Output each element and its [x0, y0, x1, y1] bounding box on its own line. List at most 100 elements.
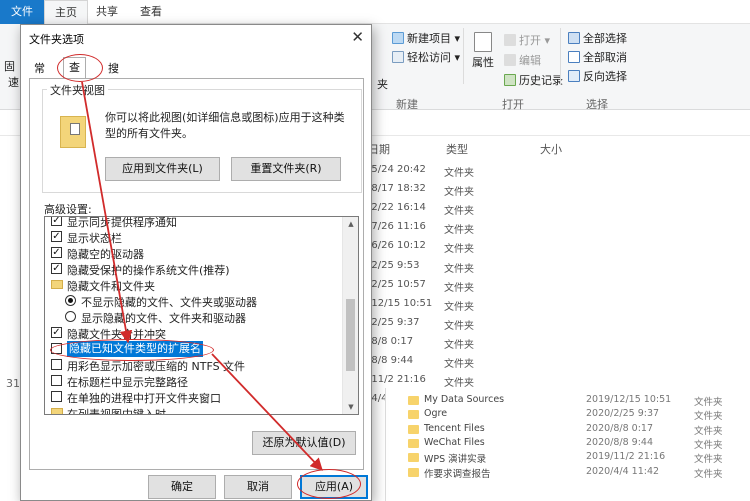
- folder-icon: [408, 424, 419, 434]
- table-row[interactable]: /2/25 9:37 文件夹: [362, 317, 742, 336]
- checkbox[interactable]: ✓: [51, 217, 62, 226]
- select-none-button[interactable]: 全部取消: [568, 49, 627, 65]
- table-row[interactable]: /2/22 16:14 文件夹: [362, 202, 742, 221]
- settings-item[interactable]: ✓ 隐藏受保护的操作系统文件(推荐): [45, 261, 343, 277]
- row-date: /2/22 16:14: [368, 202, 426, 214]
- settings-item[interactable]: ✓ 显示状态栏: [45, 229, 343, 245]
- row-date: /2/25 9:53: [368, 259, 420, 271]
- settings-item-label: 不显示隐藏的文件、文件夹或驱动器: [81, 296, 257, 309]
- scroll-down-icon[interactable]: ▼: [343, 400, 358, 414]
- new-folder-label[interactable]: 夹: [377, 76, 388, 92]
- table-row[interactable]: /2/25 10:57 文件夹: [362, 279, 742, 298]
- checkbox[interactable]: ✓: [51, 327, 62, 338]
- advanced-settings-list[interactable]: ✓ 显示同步提供程序通知 ✓ 显示状态栏 ✓ 隐藏空的驱动器 ✓ 隐藏受保护的操作系统文件(推…: [44, 216, 359, 415]
- item-name: WeChat Files: [424, 436, 485, 448]
- ribbon-separator: [560, 28, 561, 84]
- checkbox[interactable]: [51, 375, 62, 386]
- settings-item[interactable]: 在单独的进程中打开文件夹窗口: [45, 389, 343, 405]
- row-date: /11/2 21:16: [368, 374, 426, 386]
- reset-folders-button[interactable]: 重置文件夹(R): [231, 157, 341, 181]
- settings-item[interactable]: 在列表视图中键入时: [45, 405, 343, 414]
- invert-selection-label: 反向选择: [583, 70, 627, 83]
- edit-button[interactable]: 编辑: [504, 52, 541, 68]
- settings-item[interactable]: ✓ 显示同步提供程序通知: [45, 217, 343, 229]
- restore-defaults-button[interactable]: 还原为默认值(D): [252, 431, 356, 455]
- item-name: My Data Sources: [424, 394, 505, 405]
- table-row[interactable]: /8/8 0:17 文件夹: [362, 336, 742, 355]
- table-row[interactable]: /7/26 11:16 文件夹: [362, 221, 742, 240]
- settings-item[interactable]: 在标题栏中显示完整路径: [45, 373, 343, 389]
- cancel-button[interactable]: 取消: [224, 475, 292, 499]
- invert-selection-icon: [568, 70, 580, 82]
- table-row[interactable]: /8/8 9:44 文件夹: [362, 355, 742, 374]
- item-date: 2020/8/8 0:17: [586, 422, 654, 434]
- annotation-view-tab-circle: [57, 54, 103, 82]
- row-type: 文件夹: [444, 320, 474, 332]
- settings-item-label: 在单独的进程中打开文件夹窗口: [67, 392, 221, 405]
- folder-options-dialog: 文件夹选项 ✕ 常规 查看 搜索 文件夹视图 你可以将此视图(如详细信息或图标)…: [20, 24, 372, 501]
- settings-item-label: 在标题栏中显示完整路径: [67, 376, 188, 389]
- row-date: /2/25 9:37: [368, 316, 420, 328]
- new-item-button[interactable]: 新建项目 ▾: [392, 30, 460, 46]
- row-date: /8/8 9:44: [368, 355, 414, 366]
- settings-item[interactable]: ✓ 隐藏文件夹合并冲突: [45, 325, 343, 341]
- item-date: 2019/11/2 21:16: [586, 451, 666, 463]
- item-type: 文件夹: [694, 454, 723, 466]
- lower-file-list: My Data Sources 2019/12/15 10:51 文件夹 Ogre 20…: [385, 388, 750, 501]
- invert-selection-button[interactable]: 反向选择: [568, 68, 627, 84]
- column-size[interactable]: 大小: [540, 141, 562, 157]
- table-row[interactable]: /2/25 9:53 文件夹: [362, 260, 742, 279]
- checkbox[interactable]: ✓: [51, 263, 62, 274]
- column-type[interactable]: 类型: [446, 141, 468, 157]
- new-item-icon: [392, 32, 404, 44]
- row-date: /6/26 10:12: [368, 240, 426, 252]
- item-type: 文件夹: [694, 439, 723, 451]
- item-date: 2020/2/25 9:37: [586, 408, 660, 420]
- item-name: Ogre: [424, 408, 448, 420]
- settings-item-label: 隐藏受保护的操作系统文件(推荐): [67, 264, 230, 277]
- apply-to-folders-button[interactable]: 应用到文件夹(L): [105, 157, 220, 181]
- row-type: 文件夹: [444, 339, 474, 351]
- folder-icon: [408, 396, 419, 405]
- settings-scrollbar[interactable]: ▲ ▼: [342, 217, 358, 414]
- status-count: 31: [6, 377, 20, 390]
- settings-item[interactable]: 显示隐藏的文件、文件夹和驱动器: [45, 309, 343, 325]
- tab-view[interactable]: 查看: [130, 0, 172, 24]
- properties-button[interactable]: 属性: [472, 32, 494, 70]
- scroll-up-icon[interactable]: ▲: [343, 217, 358, 231]
- history-button[interactable]: 历史记录: [504, 72, 563, 88]
- checkbox[interactable]: ✓: [51, 231, 62, 242]
- tab-share[interactable]: 共享: [86, 0, 128, 24]
- table-row[interactable]: /12/15 10:51 文件夹: [362, 298, 742, 317]
- table-row[interactable]: /8/17 18:32 文件夹: [362, 183, 742, 202]
- checkbox[interactable]: ✓: [51, 247, 62, 258]
- checkbox[interactable]: [51, 359, 62, 370]
- table-row[interactable]: /5/24 20:42 文件夹: [362, 164, 742, 183]
- radio-button[interactable]: [65, 295, 76, 306]
- group-new-label: 新建: [396, 98, 418, 111]
- item-type: 文件夹: [694, 425, 723, 437]
- tab-file[interactable]: 文件: [0, 0, 44, 24]
- settings-item[interactable]: 隐藏文件和文件夹: [45, 277, 343, 293]
- scroll-thumb[interactable]: [346, 299, 355, 371]
- settings-item[interactable]: 不显示隐藏的文件、文件夹或驱动器: [45, 293, 343, 309]
- new-item-label: 新建项目 ▾: [407, 32, 461, 45]
- row-type: 文件夹: [444, 206, 474, 218]
- tab-home[interactable]: 主页: [44, 0, 88, 24]
- easy-access-button[interactable]: 轻松访问 ▾: [392, 49, 460, 65]
- tab-search[interactable]: 搜索: [103, 59, 124, 95]
- easy-access-icon: [392, 51, 404, 63]
- ok-button[interactable]: 确定: [148, 475, 216, 499]
- easy-access-label: 轻松访问 ▾: [407, 51, 461, 64]
- group-select-label: 选择: [586, 98, 608, 111]
- checkbox[interactable]: [51, 391, 62, 402]
- settings-item[interactable]: ✓ 隐藏空的驱动器: [45, 245, 343, 261]
- select-all-button[interactable]: 全部选择: [568, 30, 627, 46]
- row-date: /5/24 20:42: [368, 164, 426, 175]
- table-row[interactable]: /6/26 10:12 文件夹: [362, 240, 742, 259]
- tab-general[interactable]: 常规: [29, 59, 50, 95]
- radio-button[interactable]: [65, 311, 76, 322]
- close-icon[interactable]: ✕: [351, 28, 364, 46]
- settings-item-label: 隐藏文件和文件夹: [67, 280, 155, 293]
- open-button[interactable]: 打开 ▾: [504, 32, 550, 48]
